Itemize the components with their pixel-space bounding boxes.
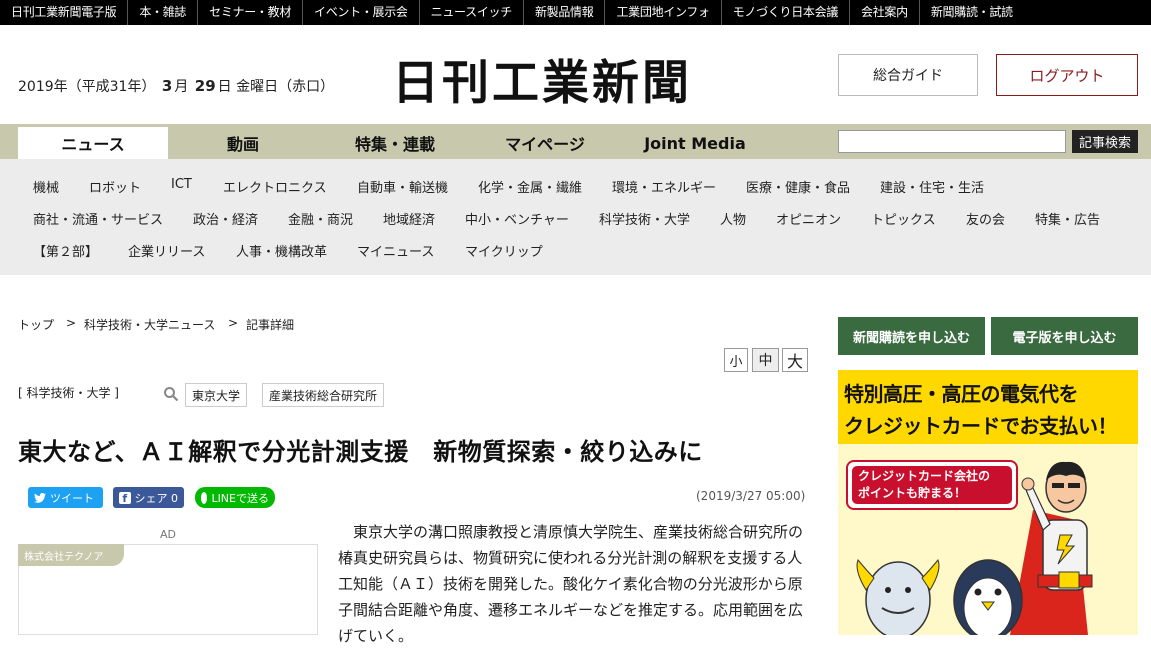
top-bar: 日刊工業新聞電子版 本・雑誌 セミナー・教材 イベント・展示会 ニュースイッチ … [0, 0, 1151, 25]
category-link[interactable]: 企業リリース [128, 241, 205, 260]
breadcrumb-current: 記事詳細 [246, 318, 295, 332]
line-label: LINEで送る [211, 491, 269, 505]
category-link[interactable]: 商社・流通・サービス [33, 209, 163, 228]
category-link[interactable]: 友の会 [966, 209, 1005, 228]
category-link[interactable]: 科学技術・大学 [599, 209, 690, 228]
category-link[interactable]: 地域経済 [383, 209, 435, 228]
category-link[interactable]: オピニオン [776, 209, 841, 228]
topbar-link-digital[interactable]: 日刊工業新聞電子版 [0, 0, 129, 25]
tab-video[interactable]: 動画 [168, 127, 318, 159]
ad-company-tab: 株式会社テクノア [18, 544, 124, 566]
banner-headline-1: 特別高圧・高圧の電気代を [844, 382, 1079, 406]
date-prefix: 2019年（平成31年） [18, 79, 156, 95]
facebook-label: シェア 0 [134, 491, 179, 505]
font-size-small-button[interactable]: 小 [724, 348, 748, 372]
category-link[interactable]: 政治・経済 [193, 209, 258, 228]
category-link[interactable]: トピックス [871, 209, 936, 228]
search-icon [164, 387, 179, 402]
article-headline: 東大など、ＡＩ解釈で分光計測支援 新物質探索・絞り込みに [18, 438, 703, 466]
article-search-button[interactable]: 記事検索 [1072, 130, 1138, 153]
electricity-banner-ad[interactable]: 特別高圧・高圧の電気代を クレジットカードでお支払い！ クレジットカード会社の … [838, 370, 1138, 635]
category-link[interactable]: 人事・機構改革 [236, 241, 327, 260]
tab-features[interactable]: 特集・連載 [320, 127, 470, 159]
category-link[interactable]: 機械 [33, 177, 59, 196]
topbar-link-monozukuri[interactable]: モノづくり日本会議 [722, 0, 851, 25]
facebook-share-button[interactable]: f シェア 0 [113, 487, 184, 508]
category-link[interactable]: 医療・健康・食品 [746, 177, 850, 196]
breadcrumb-separator: > [66, 316, 77, 330]
topbar-link-books[interactable]: 本・雑誌 [128, 0, 199, 25]
category-link[interactable]: 金融・商況 [288, 209, 353, 228]
tag-tokyo-university[interactable]: 東京大学 [185, 383, 248, 407]
facebook-icon: f [119, 491, 131, 505]
banner-header: 特別高圧・高圧の電気代を クレジットカードでお支払い！ [838, 370, 1138, 444]
date-weekday: 金曜日（赤口） [236, 79, 335, 95]
topbar-link-events[interactable]: イベント・展示会 [303, 0, 420, 25]
twitter-icon [34, 492, 46, 503]
category-link[interactable]: 人物 [720, 209, 746, 228]
logout-button[interactable]: ログアウト [996, 54, 1138, 96]
date-day: 29 [194, 77, 216, 95]
search-input[interactable] [838, 130, 1066, 153]
topbar-link-seminar[interactable]: セミナー・教材 [198, 0, 304, 25]
publish-date: (2019/3/27 05:00) [696, 489, 806, 503]
banner-headline-2: クレジットカードでお支払い！ [844, 414, 1118, 438]
breadcrumb-separator: > [228, 316, 239, 330]
site-logo[interactable]: 日刊工業新聞 [392, 44, 692, 113]
topbar-link-industrial-park[interactable]: 工業団地インフォ [605, 0, 722, 25]
category-link[interactable]: ロボット [89, 177, 141, 196]
subscribe-digital-button[interactable]: 電子版を申し込む [991, 317, 1138, 355]
font-size-medium-button[interactable]: 中 [752, 348, 779, 372]
category-panel: 機械 ロボット ICT エレクトロニクス 自動車・輸送機 化学・金属・繊維 環境… [0, 159, 1151, 275]
line-icon [201, 491, 208, 504]
tab-news[interactable]: ニュース [18, 127, 168, 159]
topbar-link-newproducts[interactable]: 新製品情報 [524, 0, 606, 25]
guide-button[interactable]: 総合ガイド [838, 54, 978, 96]
category-link[interactable]: ICT [171, 177, 192, 192]
date-month: 3 [161, 77, 173, 95]
category-link[interactable]: マイクリップ [465, 241, 543, 260]
breadcrumb-top[interactable]: トップ [18, 316, 54, 333]
date-month-unit: 月 [174, 79, 189, 95]
breadcrumb-science[interactable]: 科学技術・大学ニュース [84, 316, 215, 333]
category-link[interactable]: 中小・ベンチャー [465, 209, 569, 228]
article-body: 東京大学の溝口照康教授と清原慎大学院生、産業技術総合研究所の椿真史研究員らは、物… [338, 523, 804, 645]
tag-aist[interactable]: 産業技術総合研究所 [262, 383, 385, 407]
category-link[interactable]: 化学・金属・繊維 [478, 177, 582, 196]
category-link[interactable]: 【第２部】 [33, 241, 98, 260]
article-section[interactable]: [ 科学技術・大学 ] [18, 384, 119, 401]
category-link[interactable]: マイニュース [357, 241, 434, 260]
tweet-label: ツイート [50, 491, 94, 505]
tweet-button[interactable]: ツイート [28, 487, 103, 508]
ad-label: AD [160, 528, 176, 541]
font-size-large-button[interactable]: 大 [782, 348, 808, 372]
topbar-link-company[interactable]: 会社案内 [850, 0, 920, 25]
category-link[interactable]: 環境・エネルギー [612, 177, 716, 196]
category-link[interactable]: エレクトロニクス [223, 177, 327, 196]
category-link[interactable]: 建設・住宅・生活 [880, 177, 984, 196]
topbar-link-newswitch[interactable]: ニュースイッチ [420, 0, 524, 25]
banner-cartoon-illustration [856, 461, 1093, 635]
tab-joint-media[interactable]: Joint Media [620, 127, 770, 159]
tab-mypage[interactable]: マイページ [470, 127, 620, 159]
subscribe-newspaper-button[interactable]: 新聞購読を申し込む [838, 317, 985, 355]
category-link[interactable]: 特集・広告 [1035, 209, 1100, 228]
line-share-button[interactable]: LINEで送る [195, 487, 275, 508]
category-link[interactable]: 自動車・輸送機 [357, 177, 448, 196]
topbar-link-subscribe[interactable]: 新聞購読・試読 [920, 0, 1024, 25]
date-day-unit: 日 [217, 79, 232, 95]
issue-date: 2019年（平成31年） 3月 29 日 金曜日（赤口） [18, 76, 334, 96]
